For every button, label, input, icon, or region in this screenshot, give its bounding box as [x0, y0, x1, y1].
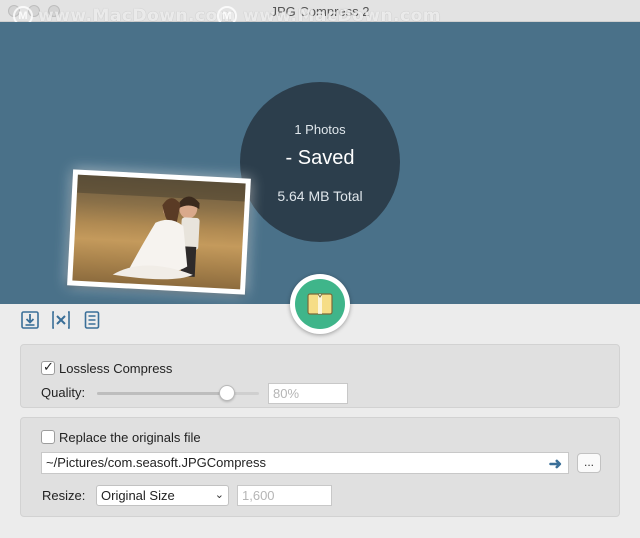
drop-area[interactable]: 1 Photos - Saved 5.64 MB Total: [0, 22, 640, 304]
arrow-right-icon[interactable]: ➜: [549, 454, 562, 473]
photo-count: 1 Photos: [294, 122, 346, 137]
compress-button[interactable]: [290, 274, 350, 334]
output-path-field[interactable]: ~/Pictures/com.seasoft.JPGCompress ➜: [41, 452, 569, 474]
compress-button-face: [295, 279, 345, 329]
browse-button[interactable]: ...: [577, 453, 601, 473]
remove-icon[interactable]: [52, 311, 70, 329]
quality-label: Quality:: [41, 385, 86, 400]
resize-selected-option: Original Size: [101, 488, 175, 503]
list-icon[interactable]: [83, 311, 101, 329]
compression-settings-panel: ✓ Lossless Compress Quality: 80%: [20, 344, 620, 408]
zip-folder-icon: [307, 293, 333, 315]
quality-slider[interactable]: [97, 385, 259, 401]
photo-thumbnail[interactable]: [67, 169, 251, 295]
output-settings-panel: Replace the originals file ~/Pictures/co…: [20, 417, 620, 517]
output-path-value: ~/Pictures/com.seasoft.JPGCompress: [46, 455, 266, 470]
chevron-down-icon: ⌄: [214, 489, 224, 501]
quality-value: 80%: [273, 386, 300, 401]
quality-slider-knob[interactable]: [218, 385, 235, 401]
resize-value: 1,600: [242, 488, 275, 503]
total-size: 5.64 MB Total: [277, 188, 363, 204]
checkmark-icon: ✓: [43, 359, 54, 374]
replace-originals-checkbox[interactable]: [41, 430, 55, 444]
replace-originals-label: Replace the originals file: [59, 430, 201, 445]
resize-select[interactable]: Original Size ⌄: [96, 485, 229, 506]
resize-value-field[interactable]: 1,600: [237, 485, 332, 506]
lossless-label: Lossless Compress: [59, 361, 173, 376]
import-icon[interactable]: [21, 311, 39, 329]
wedding-photo-image: [72, 174, 246, 290]
resize-label: Resize:: [42, 488, 86, 503]
quality-slider-fill: [97, 392, 227, 395]
stats-circle: 1 Photos - Saved 5.64 MB Total: [240, 82, 400, 242]
quality-field[interactable]: 80%: [268, 383, 348, 404]
saved-amount: - Saved: [285, 147, 355, 169]
lossless-checkbox[interactable]: ✓: [41, 359, 55, 375]
